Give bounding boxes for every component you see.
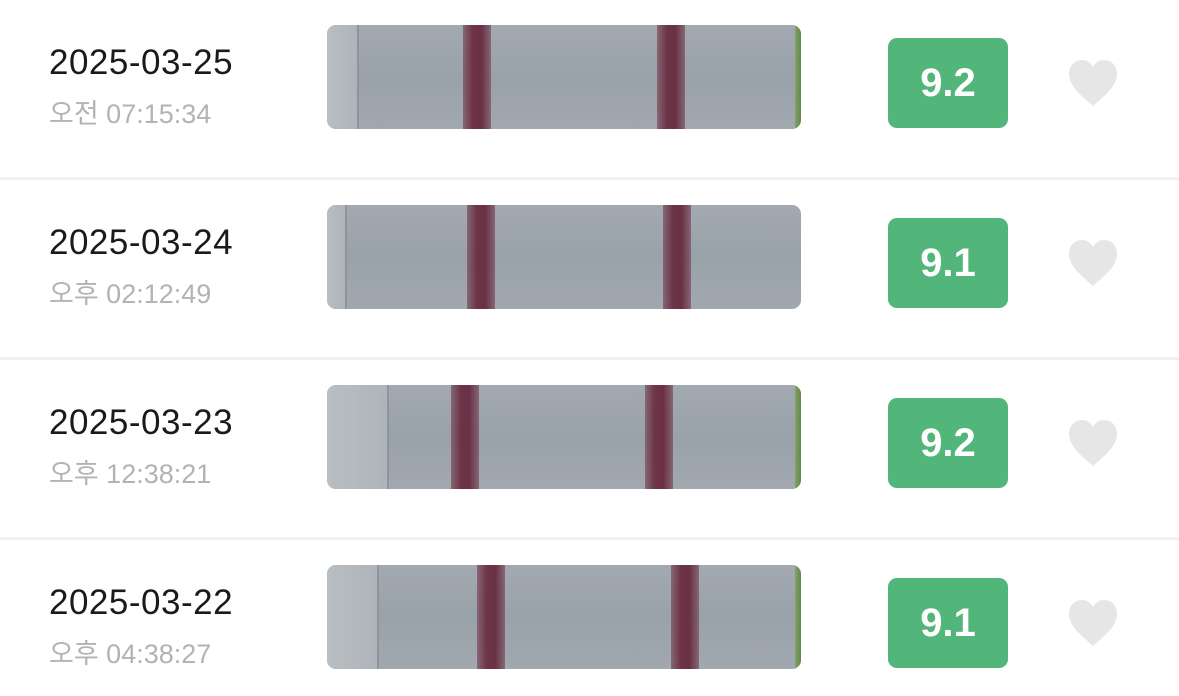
- record-time: 오전 07:15:34: [49, 99, 212, 129]
- score-badge[interactable]: 9.1: [888, 218, 1008, 308]
- record-date: 2025-03-22: [49, 583, 234, 622]
- favorite-button[interactable]: [1067, 238, 1119, 288]
- test-strip-image[interactable]: [327, 385, 801, 489]
- history-row[interactable]: 2025-03-24 오후 02:12:49 9.1: [0, 180, 1179, 360]
- history-row[interactable]: 2025-03-25 오전 07:15:34 9.2: [0, 0, 1179, 180]
- control-line: [477, 565, 505, 669]
- record-date: 2025-03-25: [49, 43, 234, 82]
- record-date: 2025-03-24: [49, 223, 234, 262]
- favorite-button[interactable]: [1067, 58, 1119, 108]
- record-time: 오후 02:12:49: [49, 279, 212, 309]
- heart-icon: [1069, 60, 1117, 106]
- favorite-button[interactable]: [1067, 418, 1119, 468]
- score-badge[interactable]: 9.2: [888, 398, 1008, 488]
- test-line: [671, 565, 699, 669]
- heart-icon: [1069, 420, 1117, 466]
- record-time: 오후 04:38:27: [49, 639, 212, 669]
- test-strip-image[interactable]: [327, 25, 801, 129]
- record-date: 2025-03-23: [49, 403, 234, 442]
- heart-icon: [1069, 600, 1117, 646]
- history-row[interactable]: 2025-03-22 오후 04:38:27 9.1: [0, 540, 1179, 696]
- heart-icon: [1069, 240, 1117, 286]
- history-row[interactable]: 2025-03-23 오후 12:38:21 9.2: [0, 360, 1179, 540]
- control-line: [451, 385, 479, 489]
- test-line: [663, 205, 691, 309]
- score-badge[interactable]: 9.1: [888, 578, 1008, 668]
- score-badge[interactable]: 9.2: [888, 38, 1008, 128]
- record-time: 오후 12:38:21: [49, 459, 212, 489]
- control-line: [467, 205, 495, 309]
- test-line: [657, 25, 685, 129]
- test-history-list: 2025-03-25 오전 07:15:34 9.2 2025-03-24 오후…: [0, 0, 1179, 696]
- control-line: [463, 25, 491, 129]
- test-strip-image[interactable]: [327, 565, 801, 669]
- test-line: [645, 385, 673, 489]
- test-strip-image[interactable]: [327, 205, 801, 309]
- favorite-button[interactable]: [1067, 598, 1119, 648]
